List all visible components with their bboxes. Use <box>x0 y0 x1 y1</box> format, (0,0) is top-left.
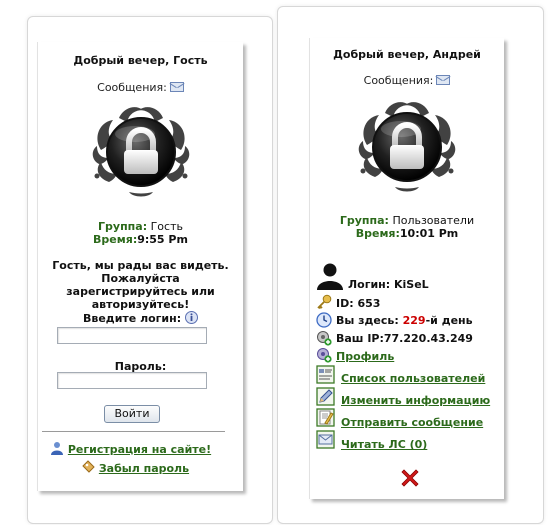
send-message-icon[interactable] <box>316 408 335 427</box>
envelope-icon[interactable] <box>169 82 184 92</box>
guest-time-line: Время:9:55 Pm <box>38 233 243 246</box>
ip-row: Ваш IP:77.220.43.249 <box>336 332 473 346</box>
user-list-icon[interactable] <box>316 365 335 384</box>
user-messages-line[interactable]: Сообщения: <box>310 74 504 87</box>
id-label: ID: <box>336 297 354 310</box>
info-icon[interactable] <box>184 311 198 324</box>
login-input[interactable] <box>57 327 207 344</box>
register-link[interactable]: Регистрация на сайте! <box>68 443 211 456</box>
login-label: Введите логин: <box>83 312 182 325</box>
messages-label: Сообщения: <box>97 81 167 94</box>
time-label: Время: <box>355 227 400 240</box>
time-value: 9:55 Pm <box>137 233 188 246</box>
register-user-icon <box>51 442 63 455</box>
login-submit-button[interactable]: Войти <box>104 405 160 423</box>
edit-info-icon[interactable] <box>316 387 335 406</box>
send-message-link[interactable]: Отправить сообщение <box>341 416 483 429</box>
lock-avatar <box>355 93 459 197</box>
red-x-icon[interactable] <box>399 467 421 489</box>
login-value: KiSeL <box>394 278 429 291</box>
envelope-icon[interactable] <box>436 75 451 85</box>
edit-info-link-row[interactable]: Изменить информацию <box>341 394 490 408</box>
user-list-link-row[interactable]: Список пользователей <box>341 372 485 386</box>
welcome-line-1: Гость, мы рады вас видеть. <box>52 259 229 272</box>
profile-link-row[interactable]: Профиль <box>336 350 394 364</box>
days-prefix: Вы здесь: <box>336 314 399 327</box>
login-label-line: Введите логин: <box>38 311 243 325</box>
guest-messages-line[interactable]: Сообщения: <box>38 81 243 94</box>
user-time-line: Время:10:01 Pm <box>310 227 504 240</box>
welcome-line-4: авторизуйтесь! <box>91 298 190 311</box>
read-messages-link[interactable]: Читать ЛС (0) <box>341 438 427 451</box>
time-value: 10:01 Pm <box>399 227 459 240</box>
user-greeting: Добрый вечер, Андрей <box>333 48 481 61</box>
lock-avatar <box>89 98 193 202</box>
divider <box>42 431 225 432</box>
user-info-card: Добрый вечер, Андрей Сообщения: Группа: … <box>277 6 544 524</box>
welcome-line-2: Пожалуйста <box>101 272 180 285</box>
edit-info-link[interactable]: Изменить информацию <box>341 394 490 407</box>
send-message-link-row[interactable]: Отправить сообщение <box>341 416 483 430</box>
read-messages-link-row[interactable]: Читать ЛС (0) <box>341 438 427 452</box>
ip-value: 77.220.43.249 <box>383 332 473 345</box>
guest-group-line: Группа: Гость <box>38 220 243 233</box>
user-silhouette-icon <box>317 263 343 290</box>
register-link-row[interactable]: Регистрация на сайте! <box>50 441 211 457</box>
lock-icon <box>89 98 193 202</box>
read-messages-icon[interactable] <box>316 430 335 449</box>
user-list-link[interactable]: Список пользователей <box>341 372 485 385</box>
guest-panel: Добрый вечер, Гость Сообщения: Группа: Г… <box>37 42 243 491</box>
group-label: Группа: <box>339 214 389 227</box>
days-value: 229 <box>402 314 426 327</box>
user-group-line: Группа: Пользователи <box>310 214 504 227</box>
messages-label: Сообщения: <box>363 74 434 87</box>
days-suffix: -й день <box>425 314 473 327</box>
ip-label: Ваш IP: <box>336 332 384 345</box>
network-plus-icon <box>317 331 332 346</box>
id-row: ID: 653 <box>336 297 380 311</box>
password-input[interactable] <box>57 372 207 389</box>
group-value: Пользователи <box>392 214 475 227</box>
time-label: Время: <box>93 233 138 246</box>
guest-login-card: Добрый вечер, Гость Сообщения: Группа: Г… <box>27 16 273 524</box>
login-label: Логин: <box>348 278 391 291</box>
profile-icon[interactable] <box>316 347 332 363</box>
id-value: 653 <box>357 297 381 310</box>
forgot-link-row[interactable]: Забыл пароль <box>81 460 189 476</box>
welcome-line-3: зарегистрируйтесь или <box>66 285 215 298</box>
profile-link[interactable]: Профиль <box>336 350 394 363</box>
user-panel: Добрый вечер, Андрей Сообщения: Группа: … <box>309 38 504 499</box>
days-row: Вы здесь: 229-й день <box>336 314 473 328</box>
guest-greeting: Добрый вечер, Гость <box>73 54 208 67</box>
clock-icon <box>316 312 332 328</box>
key-tag-icon <box>82 460 95 473</box>
group-value: Гость <box>150 220 183 233</box>
forgot-password-link[interactable]: Забыл пароль <box>99 462 189 475</box>
group-label: Группа: <box>98 220 148 233</box>
key-icon <box>317 294 332 310</box>
lock-icon <box>355 93 459 197</box>
login-row: Логин: KiSeL <box>348 278 429 292</box>
